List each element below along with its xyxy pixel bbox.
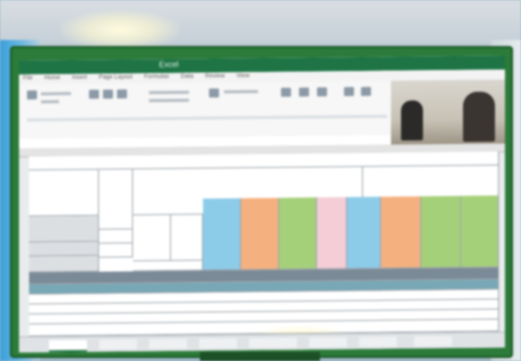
monitor-bezel: Excel File Home Insert Page Layout Formu… [10, 46, 513, 358]
orange-column-1[interactable] [241, 197, 279, 271]
ribbon-tab-file[interactable]: File [23, 75, 33, 81]
row-label-2[interactable] [29, 241, 99, 257]
sheet-tab-3[interactable] [149, 338, 187, 350]
pink-column[interactable] [317, 197, 347, 270]
green-column-1[interactable] [279, 197, 317, 270]
ribbon-tab-formulas[interactable]: Formulas [144, 74, 169, 80]
sheet-tab-6[interactable] [309, 337, 347, 348]
window-title: Excel [159, 59, 179, 70]
number-format-dropdown[interactable] [224, 90, 258, 94]
insert-cells-icon[interactable] [344, 87, 354, 97]
video-call-thumbnail [391, 79, 505, 147]
delete-cells-icon[interactable] [361, 86, 371, 96]
sheet-tab-8[interactable] [414, 336, 452, 347]
font-size-box[interactable] [41, 100, 59, 104]
sheet-tab-4[interactable] [199, 338, 237, 349]
cell-styles-icon[interactable] [317, 87, 327, 97]
sheet-tab-2[interactable] [99, 339, 137, 350]
spreadsheet-grid [29, 151, 499, 337]
paste-icon[interactable] [27, 90, 37, 100]
conditional-format-icon[interactable] [281, 87, 291, 97]
wrap-text-group[interactable] [149, 98, 189, 103]
number-format-icon[interactable] [209, 88, 219, 98]
row-label-3[interactable] [29, 255, 99, 273]
sheet-tab-5[interactable] [249, 337, 297, 349]
ribbon-tab-view[interactable]: View [237, 73, 250, 79]
orange-column-2[interactable] [381, 196, 421, 269]
photo-light-glare [60, 10, 180, 50]
format-table-icon[interactable] [299, 87, 309, 97]
sheet-tab-1[interactable] [49, 339, 87, 353]
ribbon-tab-home[interactable]: Home [44, 75, 60, 81]
data-cell-1[interactable] [99, 229, 133, 244]
subheader-cell-a[interactable] [133, 214, 171, 262]
header-cell-2[interactable] [99, 169, 133, 230]
ribbon-tab-data[interactable]: Data [181, 74, 194, 80]
sheet-tab-7[interactable] [359, 336, 397, 347]
green-column-3[interactable] [461, 195, 499, 268]
monitor-screen: Excel File Home Insert Page Layout Formu… [19, 55, 505, 353]
video-person-right [463, 91, 495, 142]
subheader-cell-b[interactable] [171, 214, 203, 261]
ribbon-tab-review[interactable]: Review [205, 73, 225, 79]
data-cell-2[interactable] [99, 243, 133, 258]
ribbon-group-labels [27, 114, 387, 122]
row-label-1[interactable] [29, 215, 99, 243]
ribbon-tab-insert[interactable]: Insert [72, 75, 87, 81]
header-cell-1[interactable] [29, 169, 99, 217]
font-name-box[interactable] [41, 92, 71, 96]
blue-column-2[interactable] [347, 196, 381, 270]
green-column-2[interactable] [421, 195, 461, 269]
bold-icon[interactable] [89, 89, 99, 99]
blue-column-1[interactable] [203, 198, 241, 271]
monitor-stand [200, 352, 320, 361]
underline-icon[interactable] [117, 89, 127, 99]
alignment-group[interactable] [149, 90, 189, 95]
italic-icon[interactable] [103, 89, 113, 99]
video-person-left [401, 100, 423, 141]
ribbon-tab-page-layout[interactable]: Page Layout [99, 74, 133, 80]
